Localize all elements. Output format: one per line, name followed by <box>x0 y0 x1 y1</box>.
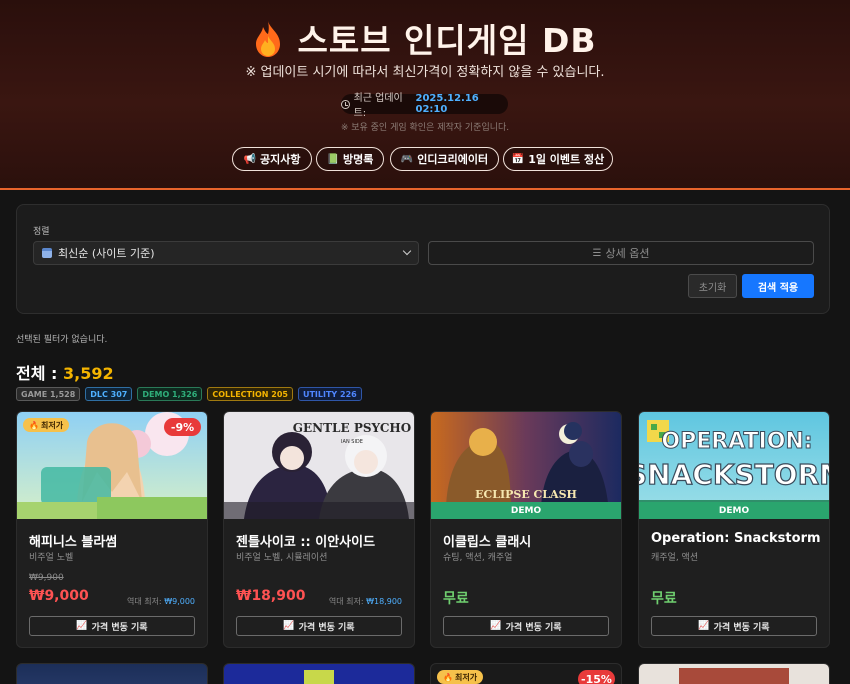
last-updated-badge: 최근 업데이트: 2025.12.16 02:10 <box>341 93 508 119</box>
current-price: 무료 <box>443 591 469 607</box>
current-price: ₩18,900 <box>236 588 306 604</box>
tag-utility[interactable]: UTILITY 226 <box>297 387 362 401</box>
historical-low: 역대 최저: ₩9,000 <box>126 597 195 606</box>
sort-label: 정렬 <box>33 227 50 237</box>
last-updated-label: 최근 업데이트: <box>353 93 403 119</box>
price-history-button[interactable]: 📈 가격 변동 기록 <box>236 616 402 636</box>
game-title[interactable]: Operation: Snackstorm <box>651 531 821 546</box>
chart-icon: 📈 <box>283 621 295 631</box>
game-card[interactable] <box>638 663 830 684</box>
total-count: 전체 : 3,592 <box>16 364 114 383</box>
game-genre: 비주얼 노벨, 시뮬레이션 <box>236 553 328 563</box>
megaphone-icon: 📢 <box>243 153 256 165</box>
thumb-title: OPERATION: <box>661 429 812 454</box>
game-thumbnail: GENTLE PSYCHO IAN SIDE <box>224 412 414 519</box>
price-history-button[interactable]: 📈 가격 변동 기록 <box>651 616 817 636</box>
price-history-button[interactable]: 📈 가격 변동 기록 <box>29 616 195 636</box>
page-title: 스토브 인디게임 DB <box>0 14 850 62</box>
fire-icon: 🔥 <box>29 420 39 430</box>
price-history-button[interactable]: 📈 가격 변동 기록 <box>443 616 609 636</box>
daily-event-button[interactable]: 📅 1일 이벤트 정산 <box>503 147 613 171</box>
thumb-title: GENTLE PSYCHO <box>293 421 411 435</box>
game-card[interactable]: OPERATION: SNACKSTORM DEMO Operation: Sn… <box>638 411 830 648</box>
fire-icon: 🔥 <box>443 672 453 682</box>
chart-icon: 📈 <box>490 621 502 631</box>
tag-game[interactable]: GAME 1,528 <box>16 387 81 401</box>
game-card[interactable] <box>16 663 208 684</box>
sliders-icon: ☰ <box>592 247 602 259</box>
game-genre: 캐주얼, 액션 <box>651 553 699 563</box>
game-thumbnail <box>304 670 334 684</box>
tag-demo[interactable]: DEMO 1,326 <box>137 387 203 401</box>
notice-button[interactable]: 📢 공지사항 <box>232 147 312 171</box>
guestbook-button[interactable]: 📗 방명록 <box>316 147 384 171</box>
gamepad-icon: 🎮 <box>400 153 414 165</box>
thumb-title: ECLIPSE CLASH <box>475 488 577 501</box>
disclaimer-text: ※ 업데이트 시기에 따라서 최신가격이 정확하지 않을 수 있습니다. <box>245 65 605 80</box>
game-card[interactable]: 🔥 최저가 -9% 해피니스 블라썸 비주얼 노벨 ₩9,900 ₩9,000 역… <box>16 411 208 648</box>
current-price: 무료 <box>651 591 677 607</box>
no-filter-text: 선택된 필터가 없습니다. <box>16 335 108 345</box>
last-updated-time: 2025.12.16 02:10 <box>415 93 479 115</box>
game-card[interactable]: ECLIPSE CLASH DEMO 이클립스 클래시 슈팅, 액션, 캐주얼 … <box>430 411 622 648</box>
sort-select[interactable]: 최신순 (사이트 기준) <box>33 241 419 265</box>
historical-low: 역대 최저: ₩18,900 <box>328 597 402 606</box>
thumb-subtitle: SNACKSTORM <box>639 458 829 491</box>
apply-search-button[interactable]: 검색 적용 <box>742 274 814 298</box>
calendar-icon: 📅 <box>511 153 525 165</box>
flame-icon <box>256 21 281 57</box>
filter-panel: 정렬 최신순 (사이트 기준) ☰ 상세 옵션 초기화 검색 적용 <box>16 204 830 314</box>
gentle-psycho-art: GENTLE PSYCHO IAN SIDE <box>224 412 414 519</box>
game-card[interactable]: GENTLE PSYCHO IAN SIDE 젠틀사이코 :: 이안사이드 비주… <box>223 411 415 648</box>
discount-badge: -15% <box>578 670 615 684</box>
game-title[interactable]: 이클립스 클래시 <box>443 531 531 550</box>
discount-badge: -9% <box>164 418 201 436</box>
lowest-price-badge: 🔥 최저가 <box>437 670 484 684</box>
detail-options-button[interactable]: ☰ 상세 옵션 <box>428 241 814 265</box>
thumb-subtitle: IAN SIDE <box>341 439 363 445</box>
chart-icon: 📈 <box>698 621 710 631</box>
book-icon: 📗 <box>326 153 340 165</box>
original-price: ₩9,900 <box>29 573 64 583</box>
demo-badge: DEMO <box>639 502 829 519</box>
sort-value: 최신순 (사이트 기준) <box>58 247 155 260</box>
chart-icon: 📈 <box>76 621 88 631</box>
reset-button[interactable]: 초기화 <box>688 274 737 298</box>
demo-badge: DEMO <box>431 502 621 519</box>
calendar-icon <box>42 248 52 258</box>
lowest-price-badge: 🔥 최저가 <box>23 418 70 432</box>
type-tags: GAME 1,528 DLC 307 DEMO 1,326 COLLECTION… <box>16 387 362 401</box>
ownership-note: ※ 보유 중인 게임 확인은 제작자 기준입니다. <box>340 123 510 133</box>
game-card[interactable] <box>223 663 415 684</box>
chevron-down-icon <box>402 246 412 256</box>
game-genre: 슈팅, 액션, 캐주얼 <box>443 553 513 563</box>
current-price: ₩9,000 <box>29 588 89 604</box>
game-title[interactable]: 해피니스 블라썸 <box>29 531 117 550</box>
game-thumbnail <box>679 668 789 684</box>
game-genre: 비주얼 노벨 <box>29 553 74 563</box>
tag-dlc[interactable]: DLC 307 <box>85 387 133 401</box>
game-title[interactable]: 젠틀사이코 :: 이안사이드 <box>236 531 375 550</box>
game-card[interactable]: 🔥 최저가 -15% <box>430 663 622 684</box>
tag-collection[interactable]: COLLECTION 205 <box>207 387 293 401</box>
clock-icon <box>341 99 350 109</box>
indie-creator-button[interactable]: 🎮 인디크리에이터 <box>390 147 499 171</box>
site-header: 스토브 인디게임 DB ※ 업데이트 시기에 따라서 최신가격이 정확하지 않을… <box>0 0 850 190</box>
